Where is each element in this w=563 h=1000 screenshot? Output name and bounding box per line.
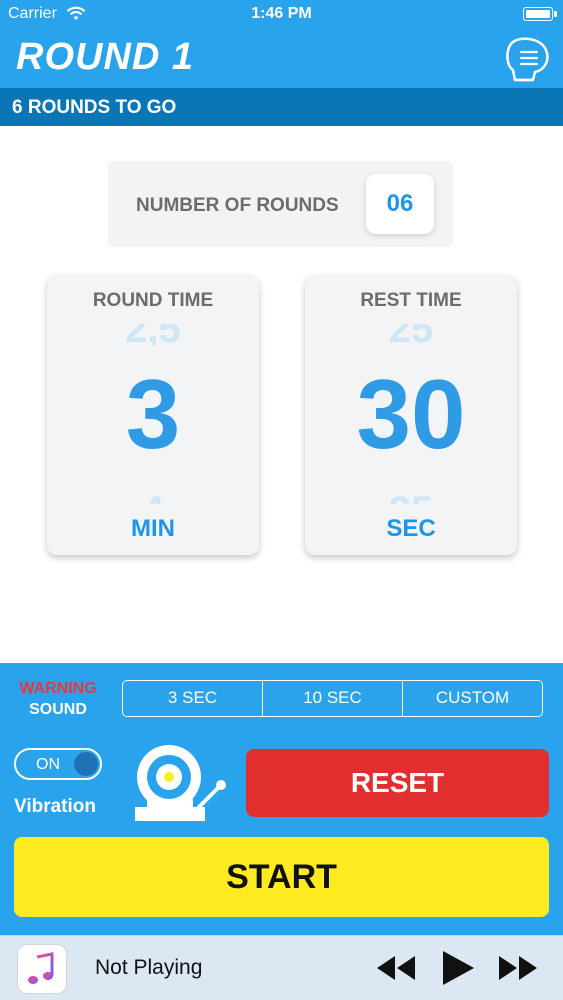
number-of-rounds-panel: NUMBER OF ROUNDS 06 <box>108 161 453 247</box>
number-of-rounds-picker[interactable]: 06 <box>366 174 434 234</box>
start-button-label: START <box>226 858 337 896</box>
rewind-icon[interactable] <box>375 954 417 982</box>
round-time-value: 3 <box>125 359 181 469</box>
number-of-rounds-value: 06 <box>386 190 414 217</box>
warning-option-3-sec[interactable]: 3 SEC <box>123 681 263 716</box>
warning-sound-label-bottom: SOUND <box>29 701 87 718</box>
vibration-label: Vibration <box>14 796 96 817</box>
boxing-bell-icon[interactable] <box>133 743 229 823</box>
music-app-icon[interactable] <box>18 945 66 993</box>
round-time-picker[interactable]: ROUND TIME 2,5 3 4 MIN <box>47 275 259 555</box>
warning-option-10-sec[interactable]: 10 SEC <box>263 681 403 716</box>
vibration-toggle[interactable]: ON <box>14 748 102 780</box>
now-playing-text: Not Playing <box>95 956 203 979</box>
reset-button-label: RESET <box>350 767 445 798</box>
now-playing-bar: Not Playing <box>0 935 563 1000</box>
round-time-next-value: 4 <box>47 480 259 504</box>
rest-time-prev-value: 25 <box>388 324 434 346</box>
fast-forward-icon[interactable] <box>497 954 539 982</box>
control-panel: WARNING SOUND 3 SEC 10 SEC CUSTOM ON Vib… <box>0 663 563 935</box>
vibration-toggle-text: ON <box>36 756 60 773</box>
round-time-unit: MIN <box>131 515 175 542</box>
number-of-rounds-label: NUMBER OF ROUNDS <box>136 195 339 216</box>
rest-time-unit: SEC <box>386 515 436 542</box>
boxing-glove-menu-icon[interactable] <box>501 36 551 84</box>
rest-time-next-value: 35 <box>305 480 517 504</box>
status-bar: Carrier 1:46 PM <box>0 0 563 30</box>
reset-button[interactable]: RESET <box>246 749 549 817</box>
play-icon[interactable] <box>440 949 476 987</box>
start-button[interactable]: START <box>14 837 549 917</box>
vibration-toggle-knob <box>74 752 98 776</box>
warning-sound-label-top: WARNING <box>19 680 97 697</box>
rounds-remaining-bar: 6 ROUNDS TO GO <box>0 88 563 126</box>
warning-sound-selector: 3 SEC 10 SEC CUSTOM <box>122 680 543 717</box>
rounds-remaining-text: 6 ROUNDS TO GO <box>12 97 177 118</box>
round-title: ROUND 1 <box>16 36 195 78</box>
warning-option-custom[interactable]: CUSTOM <box>403 681 542 716</box>
rest-time-label: REST TIME <box>360 290 462 311</box>
music-note-icon <box>28 952 54 984</box>
clock: 1:46 PM <box>251 5 312 22</box>
round-time-prev-value: 2,5 <box>125 324 181 346</box>
battery-icon <box>523 7 557 21</box>
rest-time-value: 30 <box>356 359 466 469</box>
header: ROUND 1 <box>0 30 563 88</box>
rest-time-picker[interactable]: REST TIME 25 30 35 SEC <box>305 275 517 555</box>
round-time-label: ROUND TIME <box>92 290 214 311</box>
